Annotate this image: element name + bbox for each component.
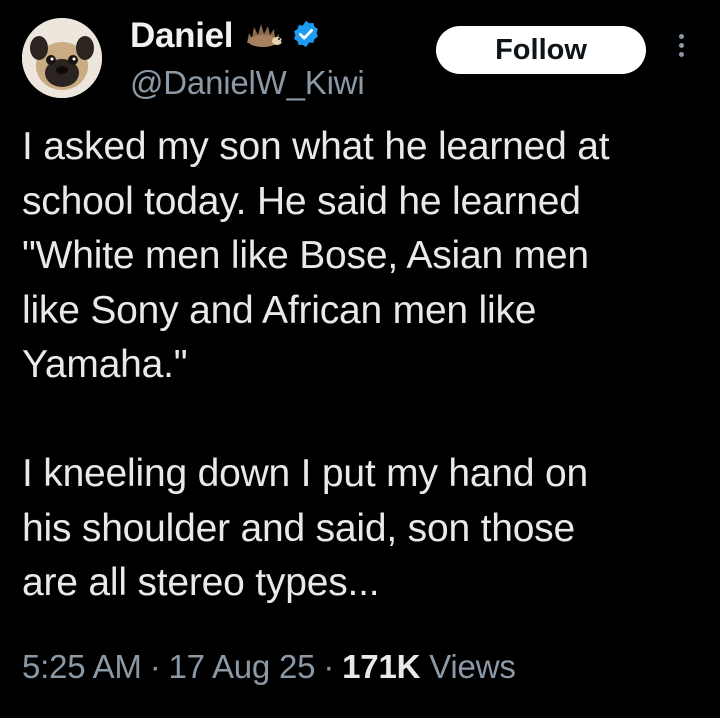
tweet-meta: 5:25 AM · 17 Aug 25 · 171K Views	[22, 648, 516, 686]
more-options-icon[interactable]	[670, 30, 692, 70]
author-handle[interactable]: @DanielW_Kiwi	[130, 64, 365, 102]
author-display-name[interactable]: Daniel	[130, 16, 234, 56]
verified-badge-icon	[291, 19, 321, 54]
tweet-date[interactable]: 17 Aug 25	[168, 648, 315, 685]
tweet-line: Yamaha."	[22, 343, 188, 386]
avatar[interactable]	[22, 18, 102, 98]
tweet-line: are all stereo types...	[22, 561, 380, 604]
tweet-paragraph-1: I asked my son what he learned at school…	[22, 120, 712, 393]
author-name-row: Daniel	[130, 10, 321, 62]
tweet-line: I kneeling down I put my hand on	[22, 452, 588, 495]
hedgehog-icon	[243, 19, 284, 54]
views-count[interactable]: 171K	[342, 648, 420, 685]
tweet-line: I asked my son what he learned at	[22, 125, 610, 168]
tweet-line: "White men like Bose, Asian men	[22, 234, 589, 277]
tweet-line: like Sony and African men like	[22, 288, 537, 332]
tweet-text: I asked my son what he learned at school…	[22, 120, 712, 611]
tweet-line: his shoulder and said, son those	[22, 506, 575, 550]
meta-separator: ·	[149, 648, 161, 685]
tweet-time[interactable]: 5:25 AM	[22, 648, 142, 685]
tweet-line: school today. He said he learned	[22, 179, 581, 223]
follow-button[interactable]: Follow	[436, 26, 646, 74]
tweet-card: Daniel @DanielW_Kiwi Follow I asked my s…	[0, 0, 720, 718]
views-label: Views	[429, 648, 516, 685]
tweet-paragraph-2: I kneeling down I put my hand on his sho…	[22, 447, 712, 611]
meta-separator: ·	[323, 648, 335, 685]
pug-avatar-icon	[22, 18, 102, 98]
